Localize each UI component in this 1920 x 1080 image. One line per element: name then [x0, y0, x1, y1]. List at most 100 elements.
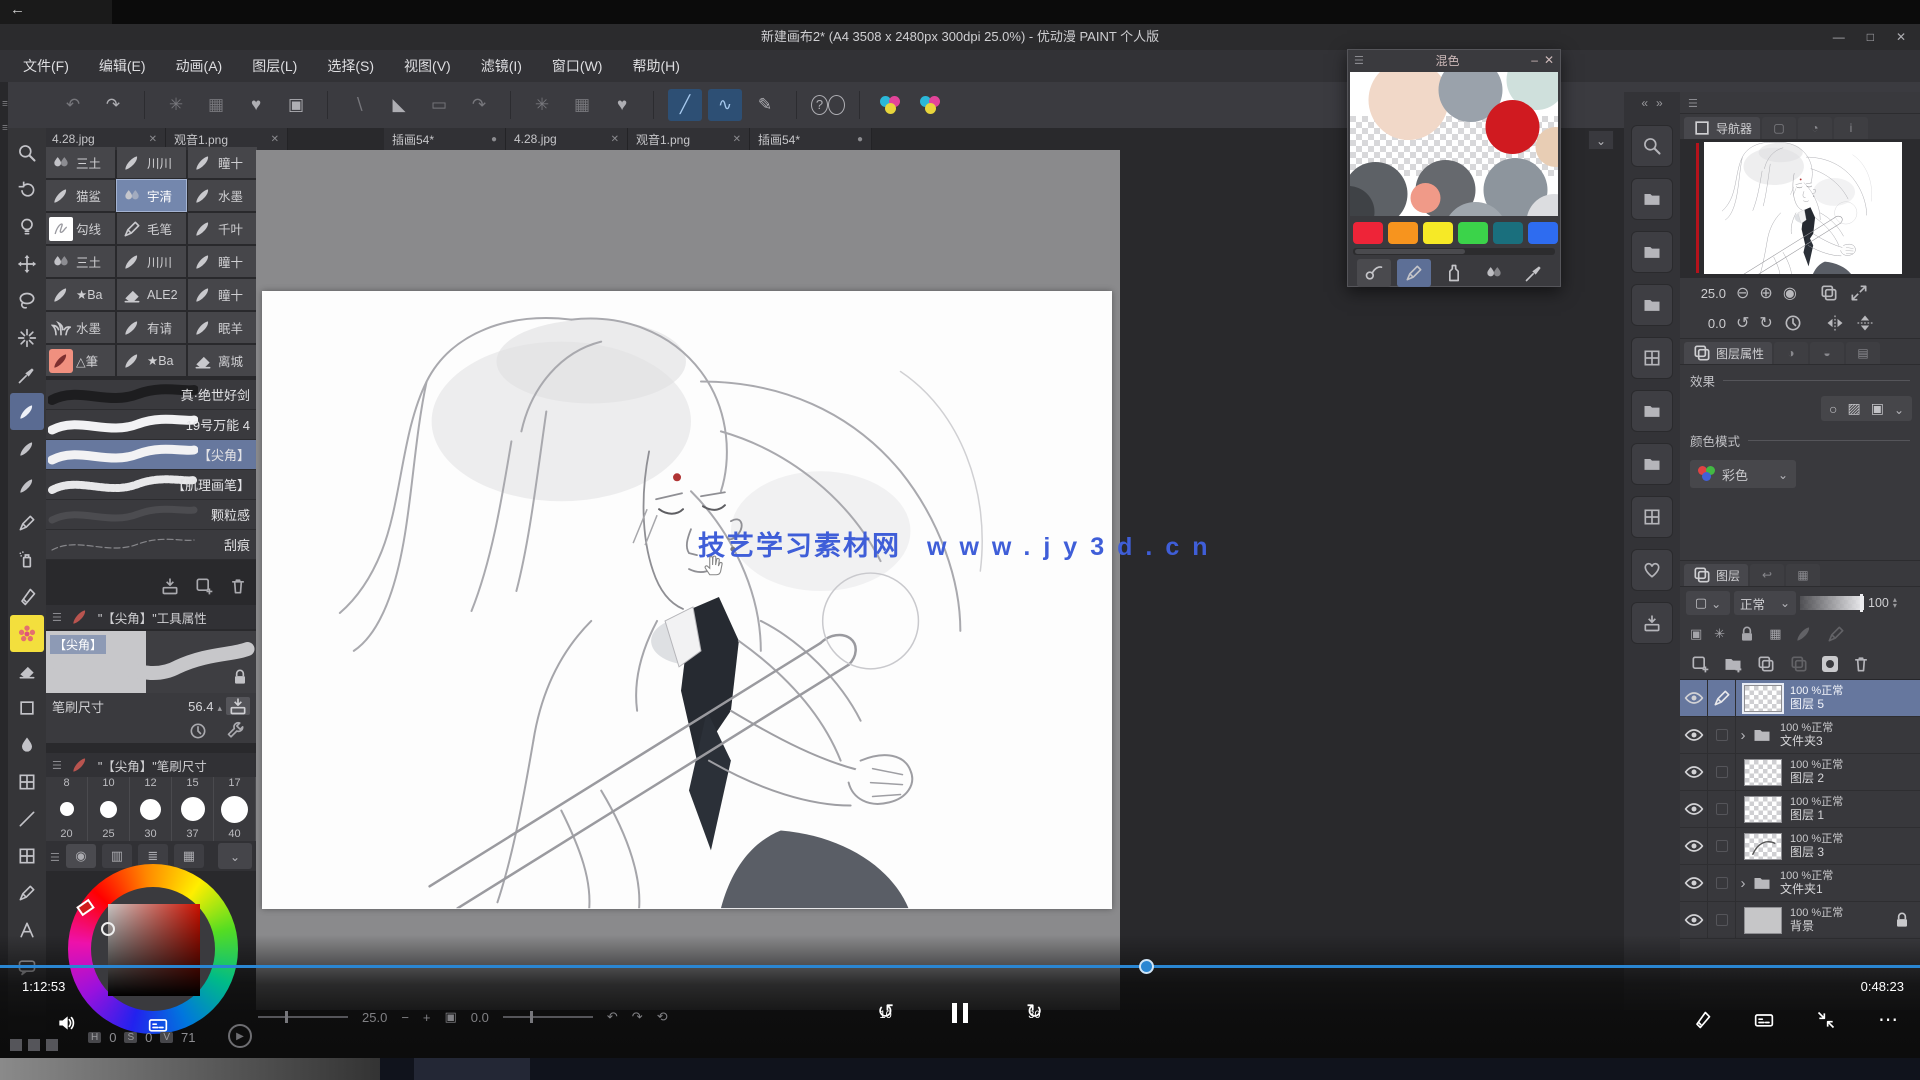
lock-layer-icon[interactable] — [1737, 624, 1757, 644]
layer-thumbnail[interactable] — [1744, 796, 1782, 823]
triangle-tool-icon[interactable]: ◣ — [382, 89, 416, 121]
navigator-preview[interactable] — [1680, 140, 1920, 278]
subtool-item[interactable]: 有请 — [117, 312, 186, 343]
separator[interactable] — [327, 91, 328, 119]
straight-ruler-icon[interactable]: ╱ — [668, 89, 702, 121]
menu-item[interactable]: 帮助(H) — [617, 56, 694, 76]
sv-cursor[interactable] — [101, 922, 115, 936]
tab-close-icon[interactable]: ✕ — [733, 134, 741, 145]
layer-thumbnail[interactable] — [1744, 833, 1782, 860]
menu-item[interactable]: 动画(A) — [161, 56, 238, 76]
tab-tone[interactable]: ◑ — [1774, 342, 1808, 364]
mix-marker-icon[interactable] — [1397, 259, 1431, 287]
pen-tool-3[interactable] — [10, 467, 44, 504]
panel-menu-icon[interactable] — [52, 610, 62, 624]
layer-row[interactable]: 100 %正常 图层 3 — [1680, 828, 1920, 865]
subtool-item[interactable]: 勾线 — [46, 213, 115, 244]
brush-item[interactable]: 刮痕 — [46, 530, 256, 560]
rotate-left-icon[interactable]: ↺ — [1736, 313, 1749, 333]
maximize-button[interactable]: □ — [1867, 30, 1874, 44]
subtool-item[interactable]: 水墨 — [46, 312, 115, 343]
drag-handle-icon[interactable] — [2, 123, 8, 132]
separator[interactable] — [796, 91, 797, 119]
brush-size-option[interactable]: 12 30 — [130, 777, 172, 841]
enable-mask-icon[interactable] — [1794, 624, 1814, 644]
layer-row[interactable]: 100 %正常 图层 5 — [1680, 680, 1920, 717]
reference-layer-icon[interactable]: ✳ — [1714, 626, 1725, 642]
tab-information[interactable]: i — [1834, 117, 1868, 139]
move-tool[interactable] — [10, 245, 44, 282]
line-tool[interactable] — [10, 800, 44, 837]
blend-mode-dropdown[interactable]: 正常 — [1734, 591, 1796, 615]
mini-player-icon[interactable] — [1754, 1010, 1774, 1030]
subtool-item[interactable]: 水墨 — [188, 180, 257, 211]
subtool-item[interactable]: 三土 — [46, 147, 115, 178]
collapse-left-icon[interactable]: « — [1641, 96, 1648, 110]
status-rotate-value[interactable]: 0.0 — [471, 1010, 489, 1025]
tab-timeline[interactable]: ▦ — [1786, 564, 1820, 586]
menu-item[interactable]: 编辑(E) — [84, 56, 161, 76]
reset-icon[interactable] — [188, 721, 208, 741]
color-swatch[interactable] — [1353, 222, 1383, 244]
ruler-visibility-icon[interactable] — [1826, 624, 1846, 644]
subtool-item[interactable]: 宇清 — [117, 180, 186, 211]
layer-visibility-toggle[interactable] — [1680, 680, 1708, 716]
layer-visibility-toggle[interactable] — [1680, 902, 1708, 938]
curve-redo-icon[interactable]: ↷ — [462, 89, 496, 121]
material-box-icon[interactable] — [1631, 231, 1673, 273]
combine-mode-dropdown[interactable]: ▢ — [1686, 591, 1730, 615]
rotate-right-icon[interactable]: ↻ — [1759, 313, 1772, 333]
tab-close-icon[interactable]: ● — [491, 134, 497, 145]
delete-layer-icon[interactable] — [1851, 654, 1871, 674]
layer-visibility-toggle[interactable] — [1680, 717, 1708, 753]
merge-layer-icon[interactable] — [1789, 654, 1809, 674]
close-button[interactable]: ✕ — [1896, 30, 1906, 44]
color-balls2-icon[interactable] — [914, 89, 948, 121]
subtool-item[interactable]: ALE2 — [117, 279, 186, 310]
forward-30-button[interactable]: ↻30 — [1026, 1007, 1043, 1020]
airbrush-tool[interactable] — [10, 541, 44, 578]
layer-thumbnail[interactable] — [1744, 685, 1782, 712]
spinner-up-icon[interactable] — [217, 699, 222, 714]
subtool-item[interactable]: 千叶 — [188, 213, 257, 244]
layer-thumbnail[interactable] — [1744, 907, 1782, 934]
snap-grid-icon[interactable]: ▦ — [199, 89, 233, 121]
minimize-panel-icon[interactable]: – — [1531, 53, 1538, 67]
operate-tool[interactable] — [10, 208, 44, 245]
layer-row[interactable]: 100 %正常 背景 — [1680, 902, 1920, 939]
document-tab[interactable]: 观音1.png ✕ — [628, 128, 750, 150]
zoom-out-icon[interactable]: − — [401, 1010, 409, 1025]
separator[interactable] — [510, 91, 511, 119]
brush-size-value[interactable]: 56.4 — [188, 699, 213, 714]
brush-item[interactable]: 19号万能 4 — [46, 410, 256, 440]
blend-tool[interactable] — [10, 726, 44, 763]
panel-menu-icon[interactable] — [52, 758, 62, 772]
canvas[interactable] — [262, 291, 1112, 909]
subtool-item[interactable]: 三土 — [46, 246, 115, 277]
folder-expand-icon[interactable] — [1736, 875, 1750, 892]
brush-item[interactable]: 颗粒感 — [46, 500, 256, 530]
help-icon[interactable]: ? — [811, 89, 845, 121]
color-mode-dropdown[interactable]: 彩色 — [1690, 460, 1796, 488]
eyedropper-tool[interactable] — [10, 356, 44, 393]
rect-tool-icon[interactable]: ▭ — [422, 89, 456, 121]
layer-visibility-toggle[interactable] — [1680, 828, 1708, 864]
zoom-value[interactable]: 25.0 — [1690, 286, 1726, 301]
subtool-item[interactable]: 猫鲨 — [46, 180, 115, 211]
curve-ruler-icon[interactable]: ∿ — [708, 89, 742, 121]
undo-icon[interactable]: ↶ — [56, 89, 90, 121]
import-brush-icon[interactable] — [160, 576, 180, 596]
flip-horizontal-icon[interactable] — [1825, 313, 1845, 333]
layer-row[interactable]: 100 %正常 图层 1 — [1680, 791, 1920, 828]
tab-close-icon[interactable]: ● — [857, 134, 863, 145]
material-favorite-icon[interactable] — [1631, 549, 1673, 591]
color-swatch[interactable] — [1493, 222, 1523, 244]
brush-size-option[interactable]: 10 25 — [88, 777, 130, 841]
frame-tool[interactable] — [10, 837, 44, 874]
mix-water-icon[interactable] — [1477, 259, 1511, 287]
chevron-down-icon[interactable] — [1894, 401, 1904, 417]
tab-close-icon[interactable]: ✕ — [271, 134, 279, 145]
layer-thumbnail[interactable] — [1744, 759, 1782, 786]
tab-close-icon[interactable]: ✕ — [611, 134, 619, 145]
color-swatch[interactable] — [1528, 222, 1558, 244]
